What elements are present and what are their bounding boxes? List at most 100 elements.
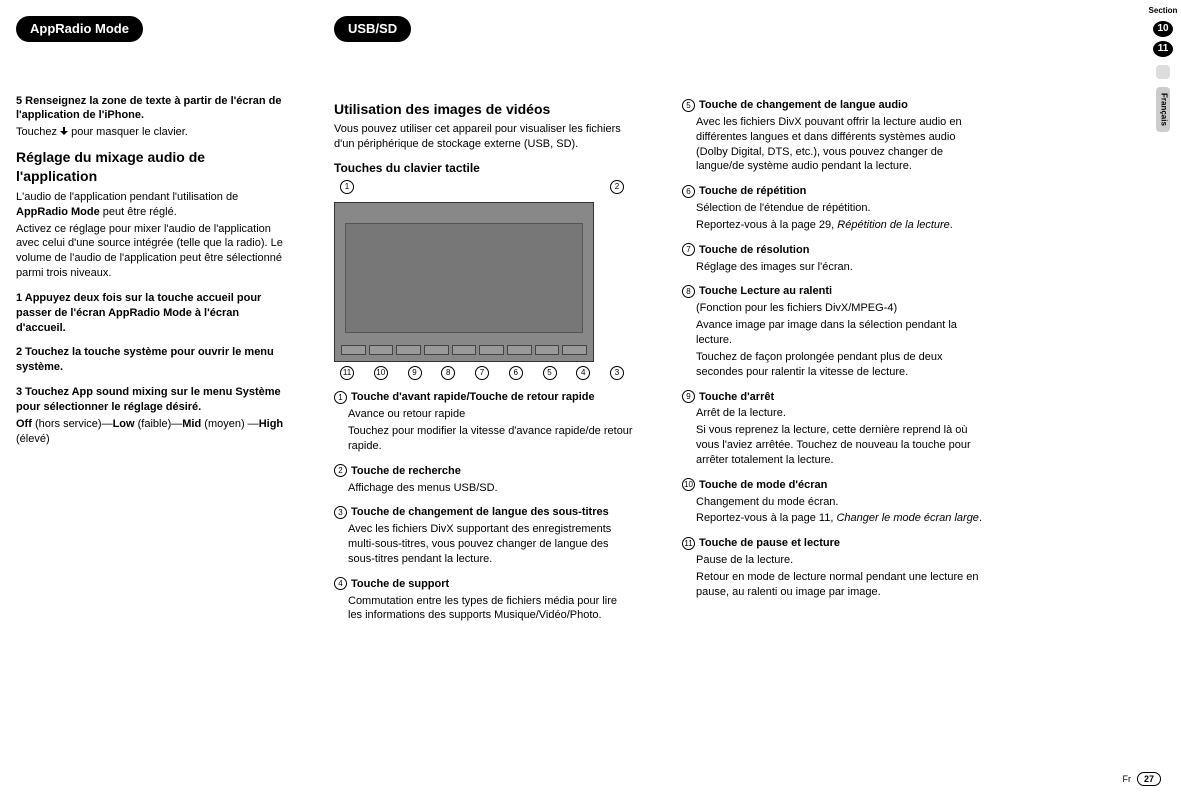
desc-item-10: 10 Touche de mode d'écran Changement du mo…: [682, 478, 982, 527]
desc-item-title: 6 Touche de répétition: [682, 184, 982, 199]
lang-tab: Français: [1156, 87, 1171, 132]
lang-tab-blank: [1156, 65, 1171, 79]
desc-item-title: 3 Touche de changement de langue des sous…: [334, 505, 634, 520]
step5-title: 5 Renseignez la zone de texte à partir d…: [16, 94, 286, 124]
section-sidebar: Section 10 11 Français: [1151, 6, 1175, 132]
desc-item-title-text: Touche de pause et lecture: [699, 537, 840, 549]
desc-body: Avec les fichiers DivX supportant des en…: [348, 522, 634, 567]
desc-item-7: 7Touche de résolution Réglage des images …: [682, 243, 982, 275]
desc-body: Touchez de façon prolongée pendant plus …: [696, 350, 982, 380]
num-circle-icon: 8: [682, 285, 695, 298]
desc-item-title: 7Touche de résolution: [682, 243, 982, 258]
desc-body: Touchez pour modifier la vitesse d'avanc…: [348, 424, 634, 454]
desc-body: Avance ou retour rapide: [348, 407, 634, 422]
desc-body: Avance image par image dans la sélection…: [696, 318, 982, 348]
callout-top-row: 1 2: [334, 180, 634, 194]
callout-3: 3: [610, 366, 624, 380]
footer-page-number: 27: [1137, 772, 1161, 786]
column-left: AppRadio Mode 5 Renseignez la zone de te…: [16, 16, 286, 625]
device-screenshot: USB 2: [334, 202, 594, 362]
callout-4: 4: [576, 366, 590, 380]
intro-text: Vous pouvez utiliser cet appareil pour v…: [334, 122, 634, 152]
desc-item-5: 5 Touche de changement de langue audio Ave…: [682, 98, 982, 174]
num-circle-icon: 1: [334, 391, 347, 404]
desc-item-title: 10 Touche de mode d'écran: [682, 478, 982, 493]
page-body: AppRadio Mode 5 Renseignez la zone de te…: [0, 0, 1181, 625]
desc-body: Si vous reprenez la lecture, cette derni…: [696, 423, 982, 468]
download-icon: [60, 127, 68, 135]
desc-body: Affichage des menus USB/SD.: [348, 481, 634, 496]
column-right: 5 Touche de changement de langue audio Ave…: [682, 16, 982, 625]
desc-item-1: 1Touche d'avant rapide/Touche de retour …: [334, 390, 634, 453]
heading-mixage: Réglage du mixage audio de l'application: [16, 148, 286, 186]
column-middle: USB/SD Utilisation des images de vidéos …: [334, 16, 634, 625]
callout-1: 1: [340, 180, 354, 194]
step2: 2 Touchez la touche système pour ouvrir …: [16, 345, 286, 375]
page-footer: Fr 27: [1122, 772, 1161, 786]
heading-utilisation: Utilisation des images de vidéos: [334, 100, 634, 119]
screen-inner: [345, 223, 583, 333]
step1: 1 Appuyez deux fois sur la touche accuei…: [16, 291, 286, 336]
callout-6: 6: [509, 366, 523, 380]
num-circle-icon: 3: [334, 506, 347, 519]
desc-item-title-text: Touche de changement de langue audio: [699, 99, 908, 111]
step3-a: 3 Touchez App sound mixing sur le menu S…: [16, 385, 286, 415]
desc-body: Avec les fichiers DivX pouvant offrir la…: [696, 115, 982, 174]
num-circle-icon: 10: [682, 478, 695, 491]
num-circle-icon: 11: [682, 537, 695, 550]
desc-item-8: 8 Touche Lecture au ralenti (Fonction pour…: [682, 284, 982, 379]
num-circle-icon: 5: [682, 99, 695, 112]
desc-item-title: 5 Touche de changement de langue audio: [682, 98, 982, 113]
desc-item-3: 3 Touche de changement de langue des sous…: [334, 505, 634, 566]
desc-body: Changement du mode écran.: [696, 495, 982, 510]
section-number-10: 10: [1153, 21, 1173, 37]
desc-body-ref: Reportez-vous à la page 29, Répétition d…: [696, 218, 982, 233]
desc-item-11: 11Touche de pause et lecturePause de la …: [682, 536, 982, 599]
callout-5: 5: [543, 366, 557, 380]
num-circle-icon: 2: [334, 464, 347, 477]
callout-7: 7: [475, 366, 489, 380]
desc-item-title: 8 Touche Lecture au ralenti: [682, 284, 982, 299]
desc-item-2: 2 Touche de recherche Affichage des menus …: [334, 464, 634, 496]
button-row: [341, 345, 587, 355]
desc-item-title-text: Touche de répétition: [699, 185, 806, 197]
desc-body-ref: Reportez-vous à la page 11, Changer le m…: [696, 511, 982, 526]
mix-p1: L'audio de l'application pendant l'utili…: [16, 190, 286, 220]
section-number-11: 11: [1153, 41, 1173, 57]
desc-item-9: 9 Touche d'arrêt Arrêt de la lecture. Si vo…: [682, 390, 982, 468]
mix-p2: Activez ce réglage pour mixer l'audio de…: [16, 222, 286, 281]
header-appradio: AppRadio Mode: [16, 16, 143, 42]
description-list-right: 5 Touche de changement de langue audio Ave…: [682, 98, 982, 600]
desc-item-title-text: Touche de changement de langue des sous-…: [351, 506, 609, 518]
desc-item-title-text: Touche de support: [351, 578, 449, 590]
num-circle-icon: 7: [682, 243, 695, 256]
desc-item-6: 6Touche de répétitionSélection de l'éten…: [682, 184, 982, 233]
section-label: Section: [1149, 6, 1178, 17]
description-list-mid: 1Touche d'avant rapide/Touche de retour …: [334, 390, 634, 623]
num-circle-icon: 6: [682, 185, 695, 198]
desc-item-title-text: Touche de mode d'écran: [699, 479, 827, 491]
desc-item-title-text: Touche d'arrêt: [699, 391, 774, 403]
desc-item-title-text: Touche de recherche: [351, 465, 461, 477]
desc-item-title-text: Touche Lecture au ralenti: [699, 285, 832, 297]
num-circle-icon: 4: [334, 577, 347, 590]
desc-body: Réglage des images sur l'écran.: [696, 260, 982, 275]
callout-11: 11: [340, 366, 354, 380]
ref-italic: Changer le mode écran large: [836, 512, 978, 524]
callout-9: 9: [408, 366, 422, 380]
num-circle-icon: 9: [682, 390, 695, 403]
desc-item-title: 2 Touche de recherche: [334, 464, 634, 479]
callout-bottom-row: 11 10 9 8 7 6 5 4 3: [334, 366, 634, 380]
callout-2: 2: [610, 180, 624, 194]
desc-item-title: 1Touche d'avant rapide/Touche de retour …: [334, 390, 634, 405]
desc-body: (Fonction pour les fichiers DivX/MPEG-4): [696, 301, 982, 316]
step3-options: Off (hors service)—Low (faible)—Mid (moy…: [16, 417, 286, 447]
desc-body: Arrêt de la lecture.: [696, 406, 982, 421]
callout-10: 10: [374, 366, 388, 380]
ref-italic: Répétition de la lecture: [837, 219, 950, 231]
desc-body: Retour en mode de lecture normal pendant…: [696, 570, 982, 600]
callout-8: 8: [441, 366, 455, 380]
desc-body: Commutation entre les types de fichiers …: [348, 594, 634, 624]
header-usbsd: USB/SD: [334, 16, 411, 42]
desc-item-title: 11 Touche de pause et lecture: [682, 536, 982, 551]
